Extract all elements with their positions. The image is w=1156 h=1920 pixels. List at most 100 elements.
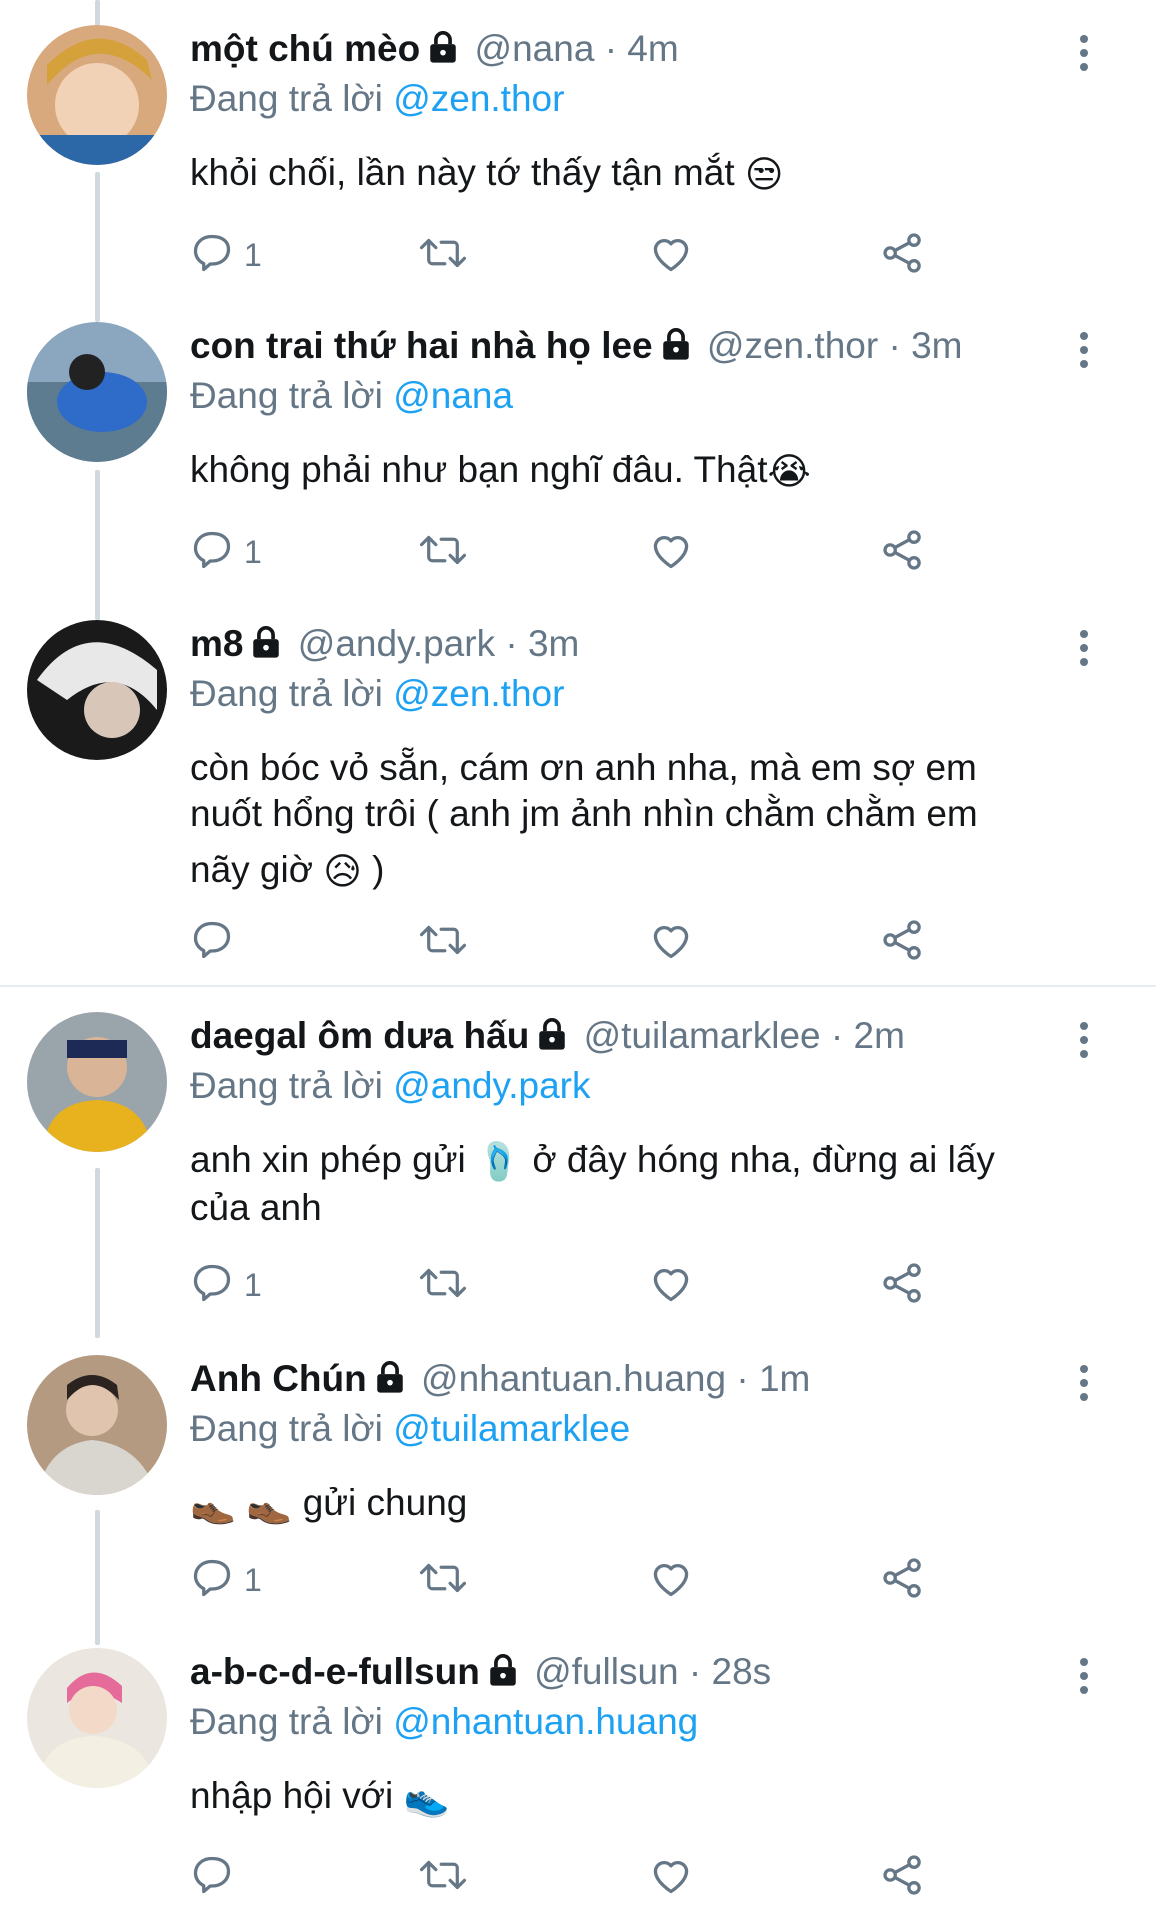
tweet-text-body: khỏi chối, lần này tớ thấy tận mắt (190, 152, 735, 193)
separator: · (830, 1015, 844, 1056)
tweet-text: nhập hội với 👟 (190, 1773, 1086, 1821)
reply-button[interactable]: 1 (190, 1260, 262, 1310)
reply-count: 1 (244, 1266, 262, 1303)
tweet-actions: 1 (190, 1555, 960, 1605)
tweet-actions (190, 917, 960, 967)
handle[interactable]: @andy.park (298, 623, 495, 664)
reply-mention[interactable]: @nhantuan.huang (393, 1701, 698, 1742)
handle[interactable]: @nana (475, 28, 595, 69)
retweet-button[interactable] (418, 1852, 468, 1902)
timestamp[interactable]: 4m (627, 28, 678, 69)
reply-button[interactable]: 1 (190, 527, 262, 577)
reply-count: 1 (244, 533, 262, 570)
like-button[interactable] (648, 230, 694, 280)
timestamp[interactable]: 2m (854, 1015, 905, 1056)
reply-button[interactable]: 1 (190, 230, 262, 280)
share-button[interactable] (880, 527, 926, 577)
retweet-icon (418, 1853, 468, 1902)
like-icon (648, 231, 694, 280)
separator: · (604, 28, 618, 69)
reply-icon (190, 1261, 234, 1310)
reply-mention[interactable]: @zen.thor (393, 673, 564, 714)
retweet-button[interactable] (418, 527, 468, 577)
like-button[interactable] (648, 1852, 694, 1902)
reply-mention[interactable]: @nana (393, 375, 513, 416)
display-name[interactable]: m8 (190, 623, 243, 664)
reply-button[interactable] (190, 917, 244, 967)
avatar[interactable] (27, 1355, 167, 1495)
separator: · (505, 623, 518, 664)
handle[interactable]: @tuilamarklee (584, 1015, 821, 1056)
avatar[interactable] (27, 1012, 167, 1152)
reply-count: 1 (244, 1561, 262, 1598)
retweet-button[interactable] (418, 1260, 468, 1310)
reply-mention[interactable]: @zen.thor (393, 78, 564, 119)
avatar[interactable] (27, 25, 167, 165)
more-icon[interactable] (1074, 330, 1094, 370)
lock-icon (486, 1651, 520, 1699)
reply-button[interactable]: 1 (190, 1555, 262, 1605)
tweet-header: con trai thứ hai nhà họ lee @zen.thor · … (190, 322, 1086, 373)
more-icon[interactable] (1074, 1020, 1094, 1060)
more-icon[interactable] (1074, 33, 1094, 73)
avatar[interactable] (27, 1648, 167, 1788)
lock-icon (659, 325, 693, 373)
more-icon[interactable] (1074, 1656, 1094, 1696)
like-icon (648, 1853, 694, 1902)
tweet-text-line: nãy giờ (190, 849, 313, 890)
more-icon[interactable] (1074, 1363, 1094, 1403)
tweet-text: khỏi chối, lần này tớ thấy tận mắt 😒 (190, 150, 1086, 198)
emoji: 😭 (767, 451, 811, 493)
handle[interactable]: @fullsun (534, 1651, 679, 1692)
tweet-text-body: gửi chung (302, 1482, 468, 1523)
reply-context: Đang trả lời @zen.thor (190, 76, 1086, 122)
share-button[interactable] (880, 917, 926, 967)
share-icon (880, 1261, 926, 1310)
reply-icon (190, 1853, 234, 1902)
share-button[interactable] (880, 230, 926, 280)
share-button[interactable] (880, 1852, 926, 1902)
reply-icon (190, 918, 234, 967)
display-name[interactable]: daegal ôm dưa hấu (190, 1015, 529, 1056)
display-name[interactable]: một chú mèo (190, 28, 420, 69)
retweet-icon (418, 231, 468, 280)
timestamp[interactable]: 1m (759, 1358, 810, 1399)
avatar[interactable] (27, 620, 167, 760)
retweet-icon (418, 1261, 468, 1310)
more-icon[interactable] (1074, 628, 1094, 668)
avatar[interactable] (27, 322, 167, 462)
display-name[interactable]: con trai thứ hai nhà họ lee (190, 325, 653, 366)
lock-icon (249, 623, 283, 671)
reply-prefix: Đang trả lời (190, 1701, 383, 1742)
handle[interactable]: @nhantuan.huang (421, 1358, 726, 1399)
share-button[interactable] (880, 1555, 926, 1605)
retweet-button[interactable] (418, 1555, 468, 1605)
tweet-text: không phải như bạn nghĩ đâu. Thật😭 (190, 447, 1086, 495)
reply-context: Đang trả lời @nana (190, 373, 1086, 419)
like-button[interactable] (648, 1260, 694, 1310)
like-button[interactable] (648, 527, 694, 577)
share-button[interactable] (880, 1260, 926, 1310)
retweet-button[interactable] (418, 917, 468, 967)
reply-button[interactable] (190, 1852, 244, 1902)
timestamp[interactable]: 28s (712, 1651, 772, 1692)
reply-mention[interactable]: @andy.park (393, 1065, 590, 1106)
tweet-text-line: của anh (190, 1187, 322, 1229)
timestamp[interactable]: 3m (911, 325, 962, 366)
tweet-actions: 1 (190, 1260, 960, 1310)
like-icon (648, 918, 694, 967)
reply-prefix: Đang trả lời (190, 673, 383, 714)
tweet-text-body: nhập hội với (190, 1775, 394, 1816)
display-name[interactable]: a-b-c-d-e-fullsun (190, 1651, 480, 1692)
retweet-icon (418, 528, 468, 577)
handle[interactable]: @zen.thor (707, 325, 878, 366)
share-icon (880, 528, 926, 577)
like-button[interactable] (648, 917, 694, 967)
tweet-header: a-b-c-d-e-fullsun @fullsun · 28s (190, 1648, 1086, 1699)
timestamp[interactable]: 3m (528, 623, 579, 664)
like-button[interactable] (648, 1555, 694, 1605)
reply-mention[interactable]: @tuilamarklee (393, 1408, 630, 1449)
reply-icon (190, 528, 234, 577)
retweet-button[interactable] (418, 230, 468, 280)
display-name[interactable]: Anh Chún (190, 1358, 367, 1399)
